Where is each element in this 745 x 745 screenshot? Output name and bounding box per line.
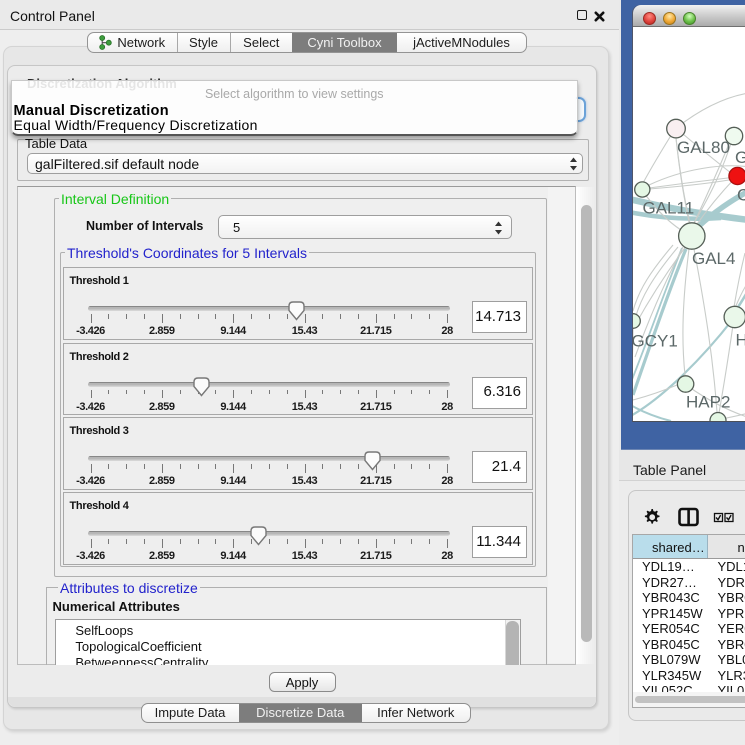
svg-text:GAL11: GAL11 xyxy=(643,199,695,218)
svg-text:GAL80: GAL80 xyxy=(677,138,730,157)
svg-text:G.: G. xyxy=(735,148,745,167)
svg-text:GCY1: GCY1 xyxy=(633,332,678,351)
svg-text:GAL4: GAL4 xyxy=(692,249,735,268)
svg-text:H: H xyxy=(736,331,745,350)
svg-text:HAP2: HAP2 xyxy=(686,393,730,412)
svg-text:C: C xyxy=(737,186,745,205)
